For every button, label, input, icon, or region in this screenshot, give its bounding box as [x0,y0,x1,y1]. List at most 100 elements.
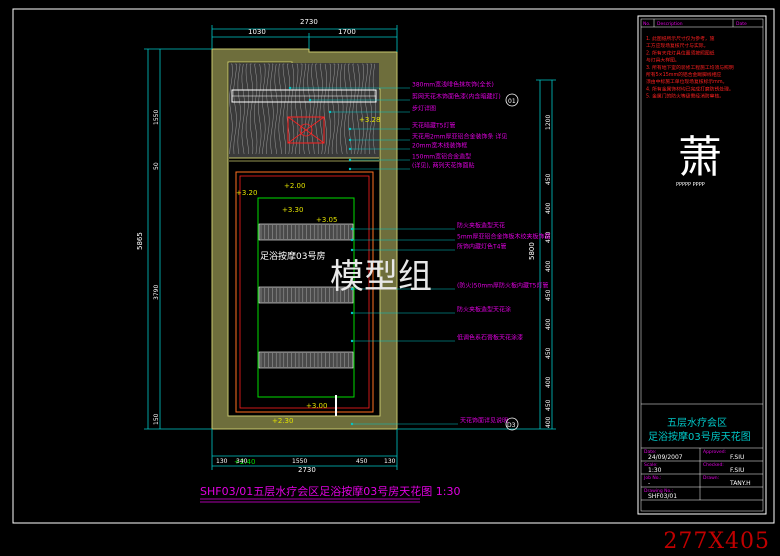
dim-right-part: 400 [545,416,552,428]
title-block-row-label2: Approved: [703,449,726,455]
watermark: 模型组 [330,257,432,297]
dim-bottom-part: 340 [236,458,248,465]
title-block-note: 1. 此图纸所示尺寸仅为参考，施 [646,35,715,42]
leader-dot [348,167,352,171]
title-block-row-label2: Drawn: [703,475,719,481]
dim-bottom-parts: 130 340 1550 450 130 [216,458,396,465]
annotation-text: (详见), 两列天花饰面贴 [412,162,475,170]
title-block-row-value: SHF03/01 [648,493,677,500]
project-name: 五层水疗会区 [667,416,727,429]
title-block-note: 须由中标施工单位现场复核标示mm。 [646,78,727,85]
title-block: No. Description Date 1. 此图纸所示尺寸仅为参考，施工方应… [637,15,767,515]
annotation-text: 天花暗藏T5灯管 [412,122,455,130]
dim-left-part: 150 [153,413,160,425]
dim-bottom-part: 450 [356,458,368,465]
annotation-text: 步灯详图 [412,105,436,113]
leader-dot [350,339,354,343]
leader-dot [350,422,354,426]
section-callout: 01 D3 [505,93,519,431]
leader-dot [350,311,354,315]
leader-dot [308,98,312,102]
title-block-note: 所有5×15mm的铝合金踢脚线相应 [646,71,721,78]
title-block-row-value: 24/09/2007 [648,454,683,461]
company-logo-sub: PPPPP PPPP [676,182,705,188]
drawing-title: SHF03/01五层水疗会区足浴按摩03号房天花图 1:30 [200,484,460,498]
callout-label: 01 [508,98,516,105]
light-strip [258,351,354,369]
leader-dot [348,147,352,151]
dim-right-parts: 1200450400450400450400450400450400 [545,115,552,428]
annotation-text: 天花饰面详见说明 [460,417,508,425]
title-block-note: 3. 所有地下室的装修工程施工均须与照明 [646,64,734,71]
level-inner-b: +3.05 [316,216,337,224]
dim-top-right: 1700 [338,28,356,36]
light-strip [258,223,354,241]
annotation-text: 150mm宽铝合金造型 [412,153,471,161]
dim-right-part: 400 [545,318,552,330]
dim-bottom-total: 2730 [298,466,316,474]
annotation-text: 380mm宽浅啡色抹灰饰(全长) [412,81,494,89]
cad-drawing-canvas: +2.00 +3.20 +3.30 +3.05 +3.28 +3.00 +2.3… [12,8,775,524]
title-block-note: 4. 所有金属饰材均已完成打磨防锈处理。 [646,85,734,92]
annotation-text: 所饰内藏灯色T4管 [457,243,506,251]
dim-right-total: 5800 [528,242,536,260]
dim-right-part: 1200 [545,115,552,130]
leader-dot [288,86,292,90]
company-logo: 萧 [678,132,722,183]
dim-top-total: 2730 [300,18,318,26]
leader-dot [350,238,354,242]
annotation-text: 5mm厚亚铝合金饰板木纹夹板饰面 [457,233,551,241]
leader-dot [348,158,352,162]
dim-bottom-part: 1550 [292,458,307,465]
leader-dot [350,248,354,252]
annotation-text: 20mm宽木线装饰框 [412,142,467,150]
annotation-text: 天花用2mm厚亚铝合金装饰条 详见 [412,133,507,141]
leader-dot [348,127,352,131]
dim-bottom-part: 130 [384,458,396,465]
scale-stamp: 277X405 [663,529,770,554]
dim-top-left: 1030 [248,28,266,36]
title-block-note: 2. 所有天花灯具位置须按照图纸 [646,49,715,56]
title-block-row-value2: F.SIU [730,454,744,461]
dim-right-part: 450 [545,399,552,411]
leader-dot [328,110,332,114]
title-block-note: 工方应现场复核尺寸与实际。 [646,42,708,49]
title-block-row-value: 1:30 [648,467,662,474]
annotation-text: 防火夹板造型天花 [457,222,505,230]
dim-right-part: 450 [545,289,552,301]
dim-left-part: 3790 [153,285,160,300]
tb-header-date: Date [736,21,747,27]
leader-dot [348,138,352,142]
tb-header-no: No. [643,21,650,27]
annotation-text: 剪网天花木饰面色漆(内含暗藏灯) [412,93,501,101]
level-bottom: +2.30 [272,417,293,425]
callout-ref: D3 [507,422,516,429]
dim-right-part: 400 [545,202,552,214]
leader-dot [350,227,354,231]
level-top: +3.20 [236,189,257,197]
level-lower: +3.00 [306,402,327,410]
tb-header-desc: Description [657,21,683,27]
dim-left-total: 5865 [136,232,144,250]
dim-right-part: 450 [545,173,552,185]
title-block-note: 与灯具大样图。 [646,57,680,64]
title-block-row-value2: F.SIU [730,467,744,474]
level-main: +3.28 [359,116,380,124]
level-inner-a: +3.30 [282,206,303,214]
sheet-name: 足浴按摩03号房天花图 [648,430,751,443]
annotation-text: 低调色系石膏板天花涂漆 [457,334,523,342]
title-block-row-label2: Checked: [703,462,724,468]
annotation-text: 防火夹板造型天花涂 [457,306,511,314]
dim-left-parts: 1550 50 3790 150 [153,110,160,425]
title-block-row-value2: TANY.H [729,480,751,487]
dim-bottom-part: 130 [216,458,228,465]
title-block-note: 5. 金属门的防火等级需经消防审核。 [646,93,724,100]
title-block-row-value: - [648,480,650,487]
dim-right-part: 400 [545,376,552,388]
room-label: 足浴按摩03号房 [260,250,325,262]
dim-right-part: 450 [545,347,552,359]
title-block-row-label: Job No.: [643,475,661,481]
dim-left-part: 1550 [153,110,160,125]
dim-right-part: 400 [545,260,552,272]
annotation-text: (防火)50mm厚防火板内藏T5灯管 [457,282,549,290]
